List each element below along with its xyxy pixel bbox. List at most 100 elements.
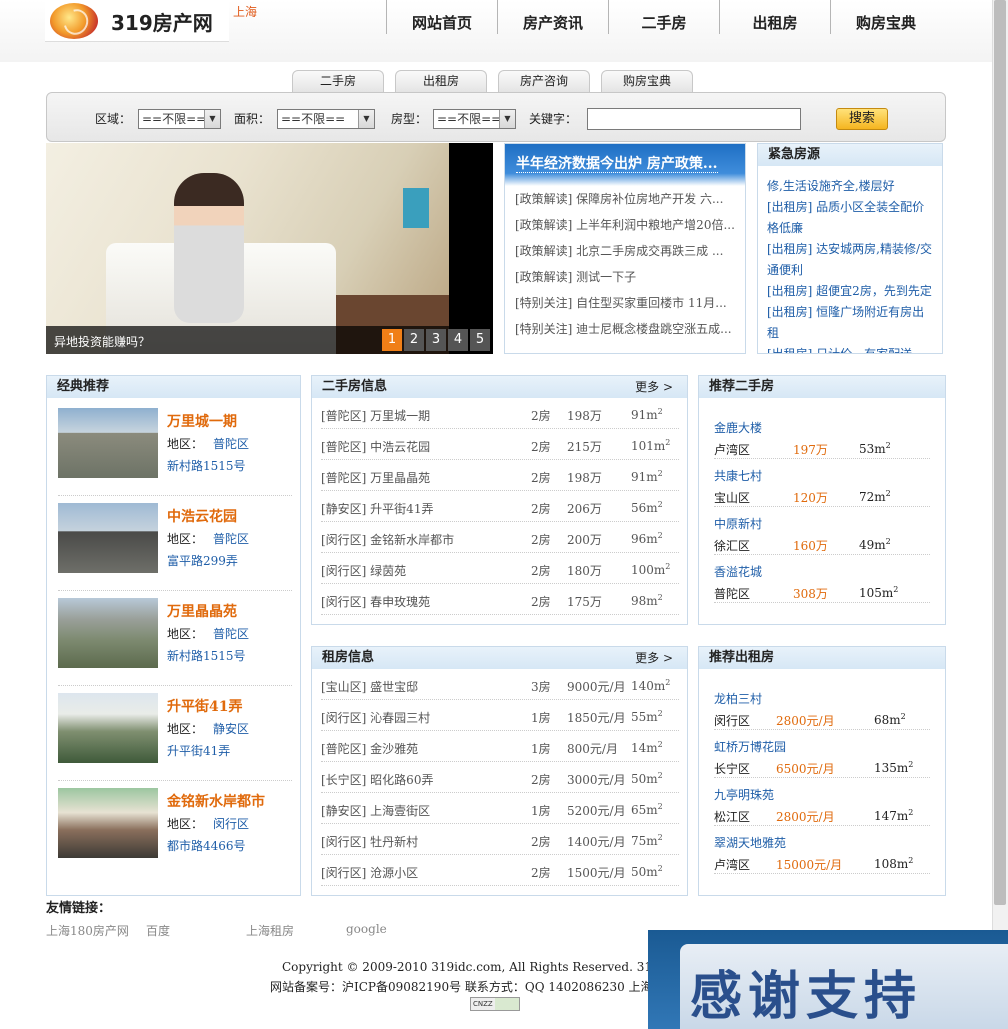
- slide-dot-3[interactable]: 3: [426, 329, 446, 351]
- property-name[interactable]: 中浩云花园: [167, 506, 237, 526]
- news-headline-text[interactable]: 半年经济数据今出炉 房产政策...: [516, 156, 718, 173]
- classic-item[interactable]: 中浩云花园 地区： 普陀区 富平路299弄: [58, 503, 292, 591]
- rec-item-name[interactable]: 共康七村: [714, 467, 762, 484]
- search-button[interactable]: 搜索: [836, 108, 888, 130]
- rec-item-name[interactable]: 翠湖天地雅苑: [714, 834, 786, 851]
- row-name[interactable]: [普陀区] 金沙雅苑: [321, 740, 418, 757]
- cnzz-badge[interactable]: CNZZ: [470, 997, 520, 1011]
- row-name[interactable]: [静安区] 升平街41弄: [321, 500, 433, 517]
- secondhand-more-link[interactable]: 更多 >: [635, 376, 673, 398]
- friend-link[interactable]: 上海180房产网: [46, 922, 129, 939]
- keyword-input[interactable]: [587, 108, 801, 130]
- table-row[interactable]: [闵行区] 牡丹新村 2房 1400元/月 75m2: [321, 824, 679, 855]
- row-name[interactable]: [闵行区] 金铭新水岸都市: [321, 531, 454, 548]
- table-row[interactable]: [长宁区] 昭化路60弄 2房 3000元/月 50m2: [321, 762, 679, 793]
- nav-secondhand[interactable]: 二手房: [608, 0, 719, 34]
- property-name[interactable]: 金铭新水岸都市: [167, 791, 265, 811]
- property-district[interactable]: 普陀区: [213, 627, 249, 641]
- news-item[interactable]: [政策解读] 北京二手房成交再跌三成 ...: [515, 238, 737, 264]
- rec-item-name[interactable]: 龙柏三村: [714, 690, 762, 707]
- thanks-banner[interactable]: 感谢支持: [648, 930, 1008, 1029]
- table-row[interactable]: [宝山区] 盛世宝邸 3房 9000元/月 140m2: [321, 669, 679, 700]
- row-name[interactable]: [普陀区] 中浩云花园: [321, 438, 430, 455]
- type-select[interactable]: ==不限== ▼: [433, 109, 516, 129]
- property-thumbnail[interactable]: [58, 408, 158, 478]
- news-item[interactable]: [特别关注] 自住型买家重回楼市 11月...: [515, 290, 737, 316]
- friend-link[interactable]: google: [346, 922, 387, 936]
- table-row[interactable]: [静安区] 升平街41弄 2房 206万 56m2: [321, 491, 679, 522]
- table-row[interactable]: [闵行区] 沁春园三村 1房 1850元/月 55m2: [321, 700, 679, 731]
- table-row[interactable]: [普陀区] 万里城一期 2房 198万 91m2: [321, 398, 679, 429]
- row-name[interactable]: [普陀区] 万里晶晶苑: [321, 469, 430, 486]
- rental-more-link[interactable]: 更多 >: [635, 647, 673, 669]
- property-address[interactable]: 富平路299弄: [167, 552, 238, 569]
- slide-dot-4[interactable]: 4: [448, 329, 468, 351]
- news-item[interactable]: [政策解读] 保障房补位房地产开发 六...: [515, 186, 737, 212]
- tab-guide[interactable]: 购房宝典: [601, 70, 693, 92]
- scrollbar-thumb[interactable]: [994, 0, 1006, 905]
- rec-item-name[interactable]: 九亭明珠苑: [714, 786, 774, 803]
- slide-dot-2[interactable]: 2: [404, 329, 424, 351]
- urgent-item[interactable]: [出租房] 达安城两房,精装修/交通便利: [767, 239, 934, 281]
- property-address[interactable]: 升平街41弄: [167, 742, 230, 759]
- row-name[interactable]: [闵行区] 牡丹新村: [321, 833, 418, 850]
- city-switcher[interactable]: 上海: [233, 3, 257, 20]
- rec-item-name[interactable]: 虹桥万博花园: [714, 738, 786, 755]
- table-row[interactable]: [静安区] 上海壹街区 1房 5200元/月 65m2: [321, 793, 679, 824]
- friend-link[interactable]: 上海租房: [246, 922, 294, 939]
- news-item[interactable]: [特别关注] 迪士尼概念楼盘跳空涨五成...: [515, 316, 737, 342]
- property-district[interactable]: 闵行区: [213, 817, 249, 831]
- table-row[interactable]: [闵行区] 春申玫瑰苑 2房 175万 98m2: [321, 584, 679, 615]
- row-name[interactable]: [闵行区] 沁春园三村: [321, 709, 430, 726]
- row-name[interactable]: [普陀区] 万里城一期: [321, 407, 430, 424]
- classic-item[interactable]: 金铭新水岸都市 地区： 闵行区 都市路4466号: [58, 788, 292, 876]
- table-row[interactable]: [普陀区] 万里晶晶苑 2房 198万 91m2: [321, 460, 679, 491]
- tab-secondhand[interactable]: 二手房: [292, 70, 384, 92]
- classic-item[interactable]: 万里城一期 地区： 普陀区 新村路1515号: [58, 408, 292, 496]
- property-thumbnail[interactable]: [58, 598, 158, 668]
- news-item[interactable]: [政策解读] 测试一下子: [515, 264, 737, 290]
- table-row[interactable]: [闵行区] 金铭新水岸都市 2房 200万 96m2: [321, 522, 679, 553]
- row-name[interactable]: [闵行区] 绿茵苑: [321, 562, 406, 579]
- row-name[interactable]: [宝山区] 盛世宝邸: [321, 678, 418, 695]
- table-row[interactable]: [普陀区] 金沙雅苑 1房 800元/月 14m2: [321, 731, 679, 762]
- property-name[interactable]: 万里晶晶苑: [167, 601, 237, 621]
- news-item[interactable]: [政策解读] 上半年利润中粮地产增20倍...: [515, 212, 737, 238]
- rec-item-name[interactable]: 香溢花城: [714, 563, 762, 580]
- slide-dot-1[interactable]: 1: [382, 329, 402, 351]
- urgent-item[interactable]: [出租房] 恒隆广场附近有房出租: [767, 302, 934, 344]
- table-row[interactable]: [闵行区] 沧源小区 2房 1500元/月 50m2: [321, 855, 679, 886]
- property-district[interactable]: 普陀区: [213, 437, 249, 451]
- property-thumbnail[interactable]: [58, 503, 158, 573]
- property-address[interactable]: 都市路4466号: [167, 837, 246, 854]
- property-address[interactable]: 新村路1515号: [167, 647, 246, 664]
- tab-consult[interactable]: 房产咨询: [498, 70, 590, 92]
- property-name[interactable]: 升平街41弄: [167, 696, 242, 716]
- area-select[interactable]: ==不限== ▼: [138, 109, 221, 129]
- nav-news[interactable]: 房产资讯: [497, 0, 608, 34]
- tab-rental[interactable]: 出租房: [395, 70, 487, 92]
- friend-link[interactable]: 百度: [146, 922, 170, 939]
- nav-rental[interactable]: 出租房: [719, 0, 830, 34]
- property-address[interactable]: 新村路1515号: [167, 457, 246, 474]
- nav-home[interactable]: 网站首页: [386, 0, 497, 34]
- size-select[interactable]: ==不限== ▼: [277, 109, 375, 129]
- urgent-item[interactable]: 修,生活设施齐全,楼层好: [767, 176, 934, 197]
- property-district[interactable]: 静安区: [213, 722, 249, 736]
- table-row[interactable]: [普陀区] 中浩云花园 2房 215万 101m2: [321, 429, 679, 460]
- hero-caption-text[interactable]: 异地投资能赚吗？: [54, 333, 150, 350]
- rec-item-name[interactable]: 中原新村: [714, 515, 762, 532]
- site-logo[interactable]: 319房产网: [45, 0, 229, 42]
- urgent-item[interactable]: [出租房] 品质小区全装全配价格低廉: [767, 197, 934, 239]
- row-name[interactable]: [闵行区] 沧源小区: [321, 864, 418, 881]
- property-district[interactable]: 普陀区: [213, 532, 249, 546]
- urgent-item[interactable]: [出租房] 超便宜2房，先到先定: [767, 281, 934, 302]
- row-name[interactable]: [长宁区] 昭化路60弄: [321, 771, 433, 788]
- rec-item-name[interactable]: 金鹿大楼: [714, 419, 762, 436]
- classic-item[interactable]: 万里晶晶苑 地区： 普陀区 新村路1515号: [58, 598, 292, 686]
- page-scrollbar[interactable]: [992, 0, 1008, 1029]
- property-name[interactable]: 万里城一期: [167, 411, 237, 431]
- urgent-item[interactable]: [出租房] 日计价，有家配送: [767, 344, 934, 353]
- property-thumbnail[interactable]: [58, 788, 158, 858]
- row-name[interactable]: [静安区] 上海壹街区: [321, 802, 430, 819]
